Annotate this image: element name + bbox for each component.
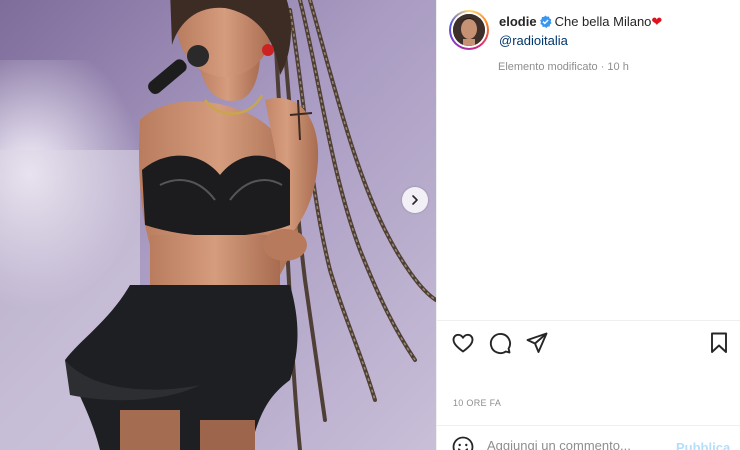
speech-bubble-icon — [489, 332, 511, 355]
heart-emoji: ❤ — [651, 14, 663, 29]
caption-text: Che bella Milano — [554, 14, 652, 29]
save-button[interactable] — [707, 331, 731, 355]
share-button[interactable] — [525, 331, 549, 355]
chevron-right-icon — [412, 195, 418, 205]
smiley-icon — [452, 436, 474, 450]
username-link[interactable]: elodie — [499, 14, 537, 29]
performer-photo — [0, 0, 436, 450]
publish-button[interactable]: Pubblica — [676, 440, 730, 450]
story-ring[interactable] — [449, 10, 489, 50]
caption: elodie Che bella Milano❤ @radioitalia — [499, 13, 662, 50]
mention-link[interactable]: @radioitalia — [499, 32, 662, 49]
carousel-next-button[interactable] — [402, 187, 428, 213]
like-button[interactable] — [451, 331, 475, 355]
comment-input[interactable] — [487, 438, 667, 450]
edited-label: Elemento modificato · 10 h — [498, 61, 629, 73]
post-side-panel: elodie Che bella Milano❤ @radioitalia Ele… — [436, 0, 740, 450]
bookmark-icon — [711, 332, 727, 353]
post-timestamp[interactable]: 10 ORE FA — [453, 398, 501, 408]
paper-plane-icon — [526, 332, 548, 353]
heart-icon — [452, 333, 474, 353]
post-photo[interactable] — [0, 0, 436, 450]
action-bar — [451, 331, 731, 357]
emoji-button[interactable] — [451, 435, 475, 450]
caption-row: elodie Che bella Milano❤ @radioitalia — [449, 10, 662, 50]
divider — [437, 320, 740, 321]
avatar — [453, 14, 485, 46]
comment-button[interactable] — [488, 331, 512, 355]
verified-badge-icon — [539, 15, 552, 32]
divider — [437, 425, 740, 426]
comment-bar: Pubblica — [451, 435, 737, 450]
